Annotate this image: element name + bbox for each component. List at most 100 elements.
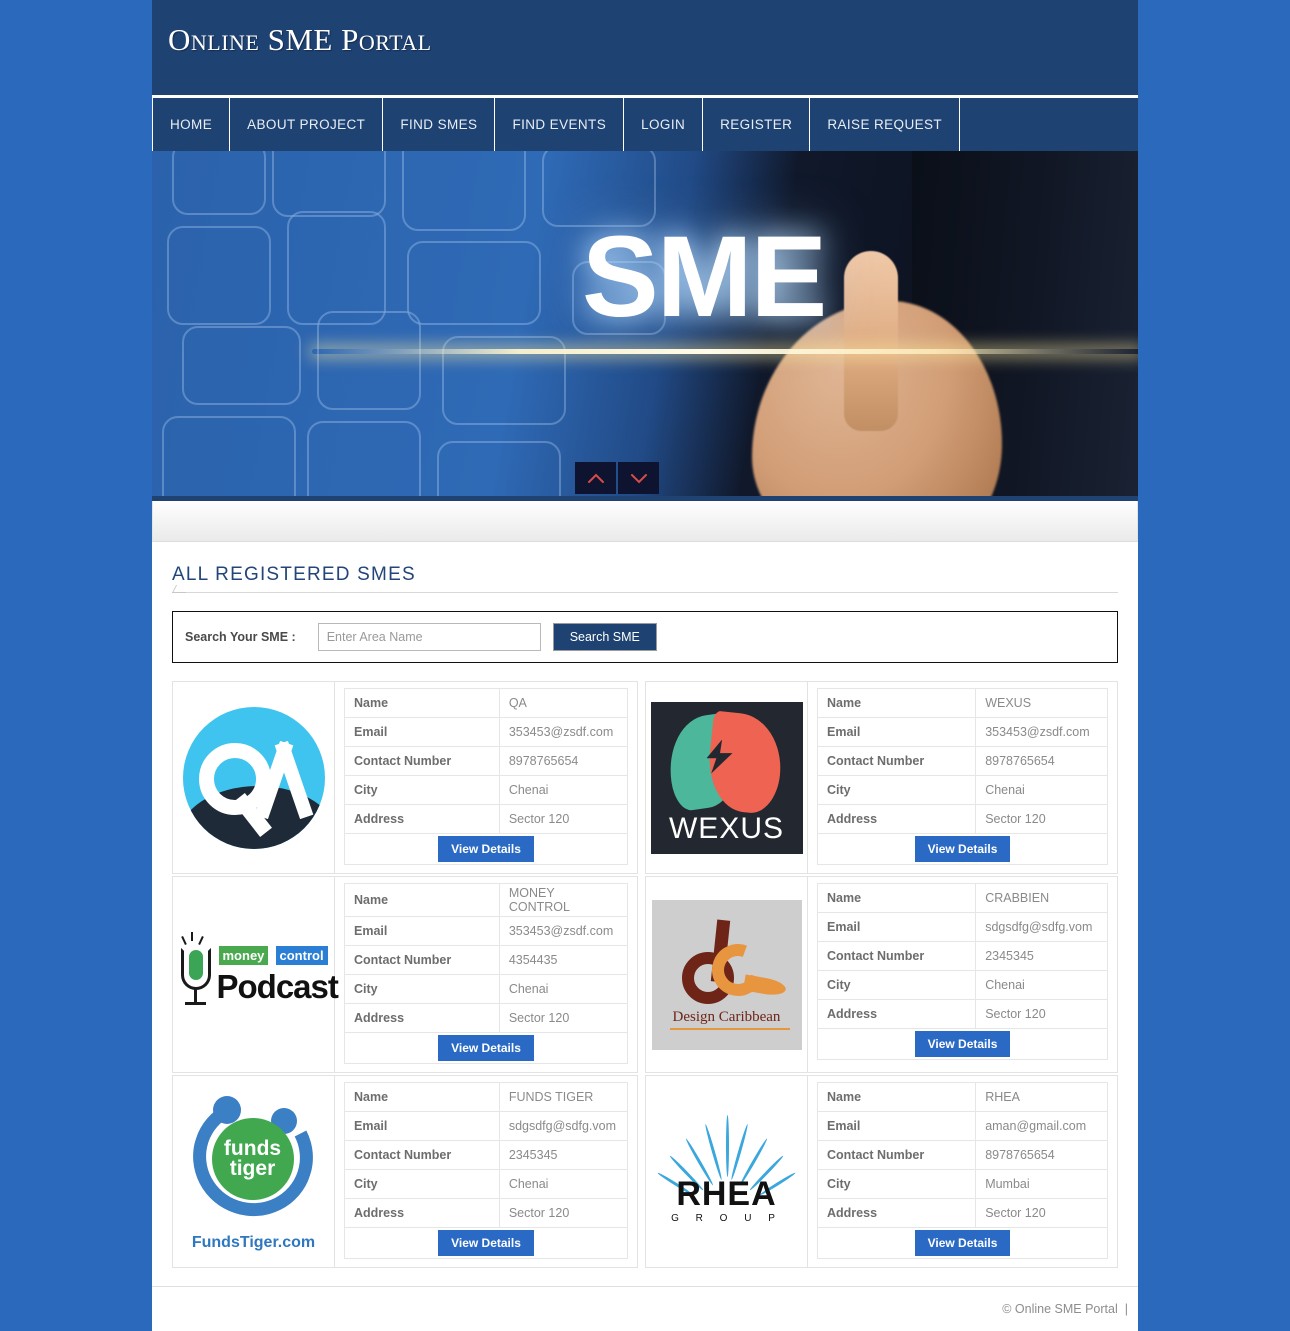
sme-info-table: Name FUNDS TIGER Email sdgsdfg@sdfg.vom Cont… [344,1082,629,1259]
search-sme-button[interactable]: Search SME [552,623,657,651]
sme-field-value-address: Sector 120 [498,1198,629,1228]
sme-field-row: Address Sector 120 [344,1003,629,1033]
nav-item-home[interactable]: HOME [152,98,231,151]
sme-field-label-contact: Contact Number [816,941,977,971]
sme-field-label-address: Address [344,1003,500,1033]
sme-field-value-contact: 8978765654 [975,1140,1108,1170]
search-input[interactable] [317,623,541,651]
sme-field-row: City Chenai [816,970,1108,1000]
sme-action-row: View Details [344,1032,628,1064]
site-title: Online SME Portal [168,22,432,57]
sme-field-value-name: RHEA [975,1082,1108,1112]
footer-copyright: © Online SME Portal [1002,1302,1118,1316]
sme-action-cell: View Details [344,1227,628,1259]
sme-info-cell: Name WEXUS Email 353453@zsdf.com Contact Num… [808,681,1118,874]
sme-field-label-city: City [816,970,977,1000]
footer-separator: | [1124,1302,1128,1316]
nav-item-find-smes[interactable]: FIND SMES [383,98,496,151]
sme-field-row: Contact Number 2345345 [816,941,1108,971]
sme-info-cell: Name FUNDS TIGER Email sdgsdfg@sdfg.vom Cont… [335,1075,638,1268]
sme-field-label-city: City [344,974,500,1004]
sme-field-row: Email 353453@zsdf.com [816,717,1108,747]
sme-field-row: City Chenai [816,775,1108,805]
sme-action-cell: View Details [817,833,1108,865]
view-details-button[interactable]: View Details [438,1035,534,1061]
sme-field-label-contact: Contact Number [344,746,500,776]
nav-item-register[interactable]: REGISTER [703,98,811,151]
sme-field-value-city: Mumbai [975,1169,1108,1199]
view-details-button[interactable]: View Details [914,1230,1011,1256]
sme-action-row: View Details [817,833,1108,865]
sme-field-row: Name WEXUS [816,688,1108,718]
sme-field-label-address: Address [344,1198,500,1228]
sme-field-row: Name CRABBIEN [816,883,1108,913]
sme-field-value-city: Chenai [498,775,629,805]
sme-action-cell: View Details [817,1028,1108,1060]
sme-logo: money control Podcast [177,881,339,1068]
sme-logo-cell [172,681,335,874]
sme-logo [177,686,330,869]
sme-field-row: Contact Number 8978765654 [816,1140,1108,1170]
view-details-button[interactable]: View Details [914,836,1011,862]
sme-field-label-name: Name [816,883,977,913]
sme-field-row: Address Sector 120 [344,1198,629,1228]
sme-info-cell: Name MONEY CONTROL Email 353453@zsdf.com Con… [335,876,638,1073]
sme-info-table: Name RHEA Email aman@gmail.com Contact Numbe… [816,1082,1108,1259]
sme-card: Design Caribbean Name CRABBIEN Email sdgsdfg… [645,876,1118,1075]
wexus-logo-text: WEXUS [668,811,784,845]
sme-logo: funds tiger FundsTiger.com [177,1080,330,1263]
sme-field-label-email: Email [816,912,977,942]
sme-field-value-contact: 2345345 [498,1140,629,1170]
content-top-bar [152,501,1138,542]
sme-logo-cell: money control Podcast [172,876,339,1073]
sme-field-value-name: FUNDS TIGER [498,1082,629,1112]
fundstiger-logo: funds tiger FundsTiger.com [177,1081,329,1252]
sme-card: WEXUS Name WEXUS Email 353453@zsdf.com Contac… [645,681,1118,876]
page-title: ALL REGISTERED SMES [172,564,416,585]
sme-card-grid: Name QA Email 353453@zsdf.com Contact Number… [172,681,1118,1270]
sme-info-cell: Name RHEA Email aman@gmail.com Contact Numbe… [808,1075,1118,1268]
carousel-prev-button[interactable] [575,462,616,494]
sme-field-value-email: sdgsdfg@sdfg.vom [498,1111,629,1141]
nav-list: HOME ABOUT PROJECT FIND SMES FIND EVENTS LOG… [152,98,1138,151]
nav-item-login[interactable]: LOGIN [624,98,704,151]
sme-info-table: Name QA Email 353453@zsdf.com Contact Number… [344,688,629,865]
sme-field-label-address: Address [816,999,977,1029]
sme-field-row: Address Sector 120 [816,804,1108,834]
sme-field-value-name: QA [498,688,629,718]
site-header: Online SME Portal [152,0,1138,95]
sme-field-label-contact: Contact Number [344,945,500,975]
sme-field-label-email: Email [816,717,977,747]
sme-field-label-city: City [344,775,500,805]
sme-field-value-address: Sector 120 [498,1003,629,1033]
rhea-group-logo: RHEA G R O U P [652,1097,802,1247]
sme-info-cell: Name QA Email 353453@zsdf.com Contact Number… [335,681,638,874]
sme-field-row: Contact Number 8978765654 [344,746,629,776]
search-panel: Search Your SME : Search SME [172,611,1118,663]
sme-info-table: Name WEXUS Email 353453@zsdf.com Contact Num… [816,688,1108,865]
nav-item-raise-request[interactable]: RAISE REQUEST [810,98,961,151]
moneycontrol-podcast-logo: money control Podcast [179,931,339,1018]
sme-field-value-email: 353453@zsdf.com [498,916,629,946]
sme-action-cell: View Details [344,833,628,865]
sme-field-label-email: Email [344,916,500,946]
carousel-next-button[interactable] [618,462,659,494]
sme-field-row: Email 353453@zsdf.com [344,717,629,747]
nav-item-about-project[interactable]: ABOUT PROJECT [230,98,384,151]
view-details-button[interactable]: View Details [914,1031,1011,1057]
sme-field-value-address: Sector 120 [975,1198,1108,1228]
sme-field-row: Email 353453@zsdf.com [344,916,629,946]
sme-card: Name QA Email 353453@zsdf.com Contact Number… [172,681,645,876]
view-details-button[interactable]: View Details [438,836,534,862]
sme-logo-cell: Design Caribbean [645,876,808,1073]
sme-field-label-contact: Contact Number [344,1140,500,1170]
sme-action-row: View Details [817,1028,1108,1060]
sme-field-row: Name MONEY CONTROL [344,883,629,917]
sme-field-row: Contact Number 4354435 [344,945,629,975]
banner-light-beam [312,349,1138,354]
sme-card: RHEA G R O U P Name RHEA Email aman@gmail.com… [645,1075,1118,1270]
nav-item-find-events[interactable]: FIND EVENTS [495,98,625,151]
sme-field-label-city: City [816,775,977,805]
view-details-button[interactable]: View Details [438,1230,534,1256]
sme-field-value-city: Chenai [498,974,629,1004]
